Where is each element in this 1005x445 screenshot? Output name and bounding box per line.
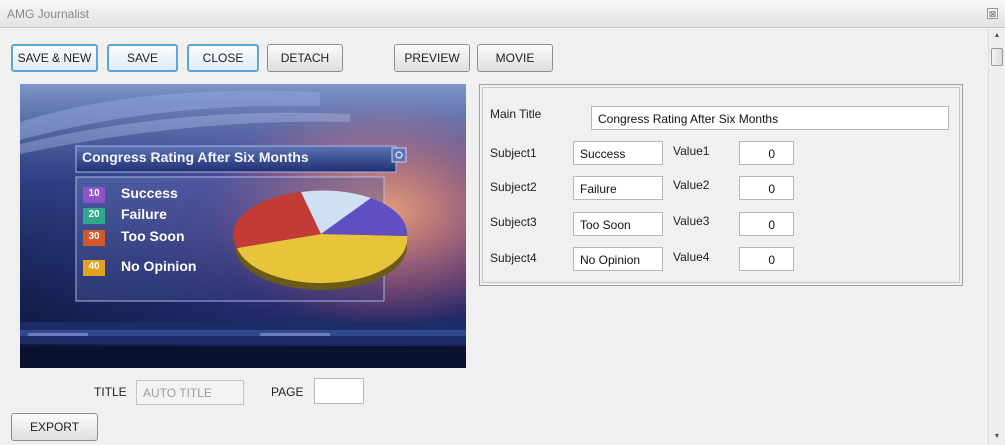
subject4-field[interactable]: No Opinion <box>573 247 663 271</box>
graphic-item-num-4: 40 <box>88 261 100 272</box>
save-and-new-button[interactable]: SAVE & NEW <box>11 44 98 72</box>
title-label: TITLE <box>94 385 127 399</box>
graphic-item-label-3: Too Soon <box>121 228 185 244</box>
vertical-scrollbar[interactable]: ▲ ▼ <box>988 28 1005 445</box>
subject3-field[interactable]: Too Soon <box>573 212 663 236</box>
scroll-up-icon[interactable]: ▲ <box>989 28 1005 44</box>
window-titlebar: AMG Journalist ⊠ <box>0 0 1005 28</box>
graphic-item-num-3: 30 <box>88 231 100 242</box>
graphic-item-label-4: No Opinion <box>121 258 197 274</box>
preview-button[interactable]: PREVIEW <box>394 44 470 72</box>
window-close-icon[interactable]: ⊠ <box>987 8 998 19</box>
value3-field[interactable]: 0 <box>739 212 794 236</box>
value2-label: Value2 <box>673 178 710 192</box>
graphic-preview: Congress Rating After Six Months 10 Succ… <box>20 84 466 368</box>
close-button[interactable]: CLOSE <box>187 44 259 72</box>
auto-title-field[interactable]: AUTO TITLE <box>136 380 244 405</box>
subject1-field[interactable]: Success <box>573 141 663 165</box>
graphic-item-label-1: Success <box>121 185 178 201</box>
scroll-down-icon[interactable]: ▼ <box>989 429 1005 445</box>
value2-field[interactable]: 0 <box>739 176 794 200</box>
export-button[interactable]: EXPORT <box>11 413 98 441</box>
chart-data-panel: Main Title Congress Rating After Six Mon… <box>479 84 963 286</box>
window-title: AMG Journalist <box>7 7 90 21</box>
subject2-field[interactable]: Failure <box>573 176 663 200</box>
graphic-preview-art <box>20 84 466 368</box>
detach-button[interactable]: DETACH <box>267 44 343 72</box>
main-title-field[interactable]: Congress Rating After Six Months <box>591 106 949 130</box>
page-field[interactable] <box>314 378 364 404</box>
graphic-title: Congress Rating After Six Months <box>82 149 309 165</box>
save-button[interactable]: SAVE <box>107 44 178 72</box>
value4-label: Value4 <box>673 250 710 264</box>
scroll-thumb[interactable] <box>991 48 1003 66</box>
value3-label: Value3 <box>673 214 710 228</box>
subject1-label: Subject1 <box>490 146 537 160</box>
graphic-item-label-2: Failure <box>121 206 167 222</box>
movie-button[interactable]: MOVIE <box>477 44 553 72</box>
page-label: PAGE <box>271 385 304 399</box>
graphic-item-num-2: 20 <box>88 209 100 220</box>
subject4-label: Subject4 <box>490 251 537 265</box>
graphic-item-num-1: 10 <box>88 188 100 199</box>
main-title-label: Main Title <box>490 107 542 121</box>
value1-label: Value1 <box>673 144 710 158</box>
value4-field[interactable]: 0 <box>739 247 794 271</box>
value1-field[interactable]: 0 <box>739 141 794 165</box>
subject3-label: Subject3 <box>490 215 537 229</box>
subject2-label: Subject2 <box>490 180 537 194</box>
